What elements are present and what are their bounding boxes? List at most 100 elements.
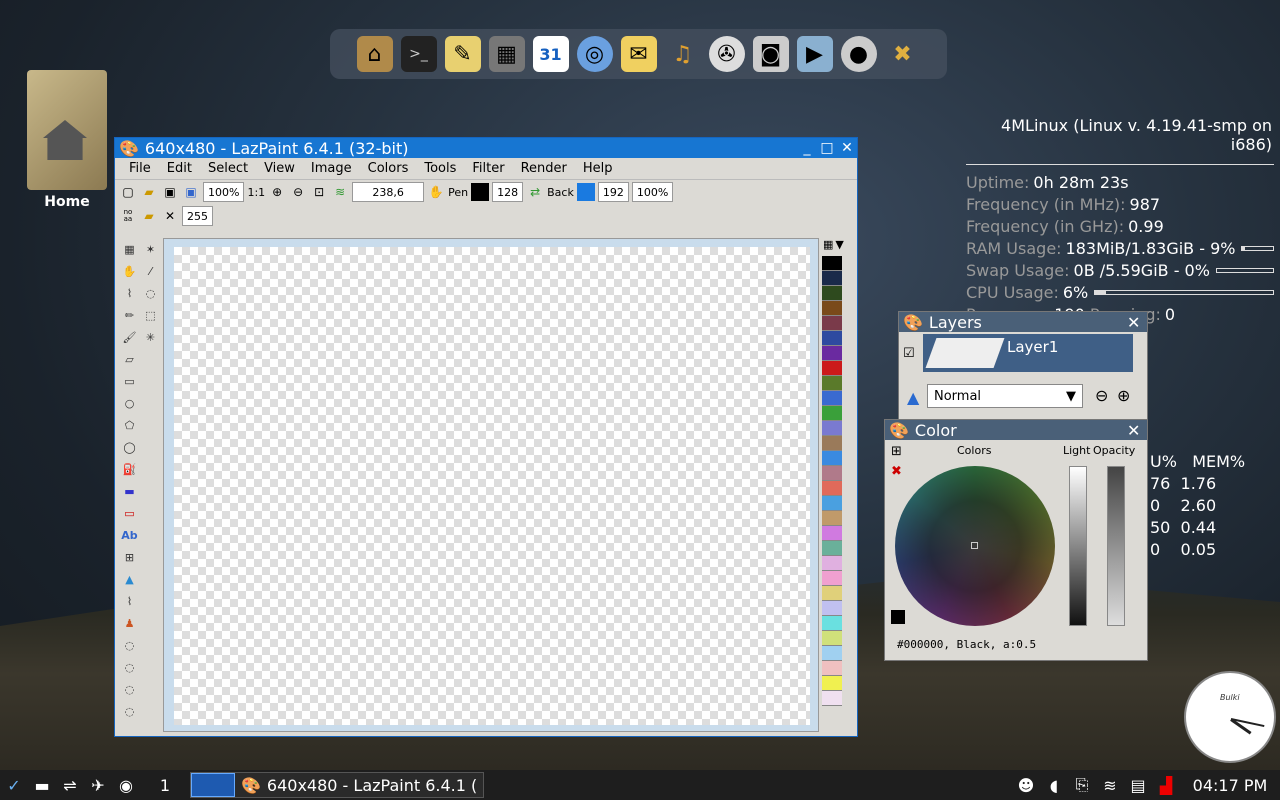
palette-color-cell[interactable]	[822, 586, 842, 601]
fill-icon[interactable]: ⛽	[119, 458, 140, 480]
palette-color-cell[interactable]	[822, 316, 842, 331]
battery-icon[interactable]: ▤	[1124, 776, 1152, 795]
close-button[interactable]: ✕	[837, 140, 857, 156]
palette-color-cell[interactable]	[822, 571, 842, 586]
load-texture-icon[interactable]: ▰	[140, 207, 158, 225]
video-reel-icon[interactable]: ✇	[708, 36, 745, 72]
palette-color-cell[interactable]	[822, 676, 842, 691]
wifi-icon[interactable]: ≋	[1096, 776, 1124, 795]
zoom-fit-icon[interactable]: ⊡	[310, 183, 328, 201]
taskbar-clock[interactable]: 04:17 PM	[1180, 776, 1280, 795]
zoom-field[interactable]: 100%	[203, 182, 245, 202]
camcorder-icon[interactable]: ▶	[796, 36, 833, 72]
palette-color-cell[interactable]	[822, 301, 842, 316]
text-tool-icon[interactable]: Ab	[119, 524, 140, 546]
new-file-icon[interactable]: ▢	[119, 183, 137, 201]
lazpaint-window[interactable]: 🎨 640x480 - LazPaint 6.4.1 (32-bit) _ □ …	[114, 137, 858, 737]
layers-toggle-icon[interactable]: ≋	[331, 183, 349, 201]
deform-grid-icon[interactable]: ⊞	[119, 546, 140, 568]
browser-icon[interactable]: ◎	[576, 36, 613, 72]
zoom-ratio-button[interactable]: 1:1	[247, 186, 265, 199]
palette-color-cell[interactable]	[822, 331, 842, 346]
usb-icon[interactable]: ⇌	[56, 776, 84, 795]
close-icon[interactable]: ✕	[1127, 421, 1147, 440]
calendar-icon[interactable]: 31	[532, 36, 569, 72]
palette-color-cell[interactable]	[822, 541, 842, 556]
calculator-icon[interactable]: ▦	[488, 36, 525, 72]
opacity-slider[interactable]	[1107, 466, 1125, 626]
pencil-icon[interactable]: ✏	[119, 304, 140, 326]
palette-color-cell[interactable]	[822, 661, 842, 676]
menu-edit[interactable]: Edit	[159, 161, 200, 176]
remove-texture-icon[interactable]: ✕	[161, 207, 179, 225]
palette-dropdown-icon[interactable]: ▼	[835, 238, 843, 256]
menu-filter[interactable]: Filter	[464, 161, 512, 176]
stamp-icon[interactable]: ♟	[119, 612, 140, 634]
antialias-toggle[interactable]: no aa	[119, 207, 137, 225]
hand-icon[interactable]: ✋	[427, 183, 445, 201]
menu-select[interactable]: Select	[200, 161, 256, 176]
palette-color-cell[interactable]	[822, 286, 842, 301]
select-wand-icon[interactable]: ✳	[140, 326, 161, 348]
webcam-icon[interactable]: ●	[840, 36, 877, 72]
blend-mode-select[interactable]: Normal ▼	[927, 384, 1083, 408]
menu-image[interactable]: Image	[303, 161, 360, 176]
zoom-out-icon[interactable]: ⊖	[289, 183, 307, 201]
pen-color-swatch[interactable]	[471, 183, 490, 201]
palette-color-cell[interactable]	[822, 466, 842, 481]
lasso-icon[interactable]: ◌	[140, 282, 161, 304]
back-color-swatch[interactable]	[576, 183, 595, 201]
taskbar-item-lazpaint[interactable]: 🎨 640x480 - LazPaint 6.4.1 (	[190, 772, 485, 798]
palette-color-cell[interactable]	[822, 256, 842, 271]
open-folder-icon[interactable]: ▰	[140, 183, 158, 201]
user-icon[interactable]: ☻	[1012, 776, 1040, 795]
palette-color-cell[interactable]	[822, 631, 842, 646]
palette-color-cell[interactable]	[822, 271, 842, 286]
palette-color-cell[interactable]	[822, 496, 842, 511]
palette-color-cell[interactable]	[822, 601, 842, 616]
select-pen-icon[interactable]: ◌	[119, 700, 140, 722]
palette-menu-icon[interactable]: ▦	[823, 238, 833, 256]
select-poly-icon[interactable]: ◌	[119, 656, 140, 678]
select-spline-icon[interactable]: ◌	[119, 678, 140, 700]
drive-icon[interactable]: ▬	[28, 776, 56, 795]
menu-colors[interactable]: Colors	[360, 161, 417, 176]
palette-color-cell[interactable]	[822, 646, 842, 661]
palette-color-cell[interactable]	[822, 556, 842, 571]
shape-icon[interactable]: ▭	[119, 502, 140, 524]
headphones-icon[interactable]: ♫	[665, 36, 701, 72]
pick-color-icon[interactable]: ⊞	[891, 444, 902, 459]
camera-icon[interactable]: ◙	[752, 36, 789, 72]
home-icon[interactable]: ⌂	[356, 36, 393, 72]
palette-color-cell[interactable]	[822, 526, 842, 541]
color-wheel[interactable]	[895, 466, 1055, 626]
image-canvas[interactable]	[174, 247, 810, 725]
network-share-icon[interactable]: ✈	[84, 776, 112, 795]
gradient-icon[interactable]: ▬	[119, 480, 140, 502]
desktop-home-icon[interactable]: Home	[22, 70, 112, 210]
menu-tools[interactable]: Tools	[416, 161, 464, 176]
zoom-out-icon[interactable]: ⊖	[1095, 386, 1108, 405]
menu-file[interactable]: File	[121, 161, 159, 176]
zoom-in-icon[interactable]: ⊕	[268, 183, 286, 201]
palette-color-cell[interactable]	[822, 691, 842, 706]
menu-view[interactable]: View	[256, 161, 303, 176]
color-picker-icon[interactable]: ⌇	[119, 282, 140, 304]
start-menu-icon[interactable]: ✓	[0, 776, 28, 795]
mail-icon[interactable]: ✉	[620, 36, 657, 72]
clipboard-icon[interactable]: ⎘	[1068, 775, 1096, 795]
palette-color-cell[interactable]	[822, 421, 842, 436]
palette-color-cell[interactable]	[822, 346, 842, 361]
menu-render[interactable]: Render	[513, 161, 575, 176]
palette-color-cell[interactable]	[822, 481, 842, 496]
texture-icon[interactable]: ▲	[119, 568, 140, 590]
palette-color-cell[interactable]	[822, 376, 842, 391]
clone-icon[interactable]: ⌇	[119, 590, 140, 612]
pen-alpha-field[interactable]: 128	[492, 182, 524, 202]
close-icon[interactable]: ✕	[1127, 313, 1147, 332]
workspace-number[interactable]: 1	[140, 776, 190, 795]
maximize-button[interactable]: □	[817, 140, 837, 156]
volume-knob-icon[interactable]: ◉	[112, 776, 140, 795]
eraser-icon[interactable]: ▱	[119, 348, 140, 370]
rectangle-icon[interactable]: ▭	[119, 370, 140, 392]
